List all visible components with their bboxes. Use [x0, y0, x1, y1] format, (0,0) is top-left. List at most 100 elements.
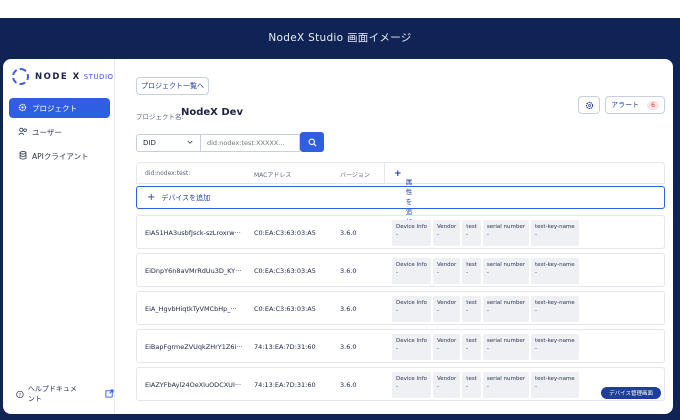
sidebar-item-api-clients[interactable]: APIクライアント [9, 146, 110, 166]
search-icon [308, 138, 317, 147]
attribute-value: - [436, 384, 439, 390]
attribute-chip[interactable]: test - [462, 334, 481, 360]
table-row[interactable]: EiA_HgvbHiqtkTyVMCbHp_··· C0:EA:C3:63:03:… [136, 291, 665, 325]
attribute-name: Device Info [396, 338, 427, 344]
attribute-list: Device Info - Vendor - test - serial number - te… [392, 372, 579, 398]
device-mac: 74:13:EA:7D:31:60 [254, 381, 316, 389]
attribute-chip[interactable]: serial number - [482, 258, 530, 284]
attribute-chip[interactable]: Device Info - [392, 258, 431, 284]
table-row[interactable]: EiBapFgrmeZVUqkZHrY1Z6i··· 74:13:EA:7D:31… [136, 329, 665, 363]
attribute-value: - [466, 384, 469, 390]
attribute-name: test [466, 376, 477, 382]
attribute-name: test-key-name [535, 376, 575, 382]
attribute-chip[interactable]: Device Info - [392, 372, 431, 398]
attribute-value: - [436, 270, 439, 276]
attribute-chip[interactable]: test - [462, 372, 481, 398]
attribute-value: - [436, 308, 439, 314]
attribute-chip[interactable]: test-key-name - [531, 296, 579, 322]
alert-button[interactable]: アラート 6 [605, 96, 665, 114]
attribute-name: Device Info [396, 376, 427, 382]
search-type-select[interactable]: DID [136, 134, 200, 152]
column-divider [384, 163, 385, 183]
attribute-value: - [466, 270, 469, 276]
device-list: EiA51HA3usbfJsck-szLroxrw··· C0:EA:C3:63:… [136, 215, 665, 405]
external-link-icon[interactable] [105, 388, 114, 400]
attribute-chip[interactable]: test-key-name - [531, 220, 579, 246]
attribute-chip[interactable]: Vendor - [432, 220, 461, 246]
sidebar-item-projects[interactable]: プロジェクト [9, 98, 110, 118]
settings-button[interactable] [578, 96, 600, 114]
attribute-chip[interactable]: Device Info - [392, 296, 431, 322]
plus-icon: + [147, 192, 156, 203]
device-mac: 74:13:EA:7D:31:60 [254, 343, 316, 351]
logo-icon [12, 68, 29, 85]
attribute-value: - [396, 346, 398, 352]
attribute-name: Vendor [436, 376, 457, 382]
attribute-chip[interactable]: test - [462, 296, 481, 322]
attribute-chip[interactable]: Vendor - [432, 334, 461, 360]
main-content: プロジェクト一覧へ プロジェクト名: NodeX Dev アラート 6 DID [116, 59, 673, 414]
attribute-name: Vendor [436, 338, 457, 344]
attribute-chip[interactable]: serial number - [482, 220, 530, 246]
device-mac: C0:EA:C3:63:03:A5 [254, 267, 316, 275]
attribute-chip[interactable]: Vendor - [432, 258, 461, 284]
table-row[interactable]: EiDnpY6n8aVMrRdUu3D_KY··· C0:EA:C3:63:03:… [136, 253, 665, 287]
attribute-chip[interactable]: test - [462, 258, 481, 284]
attribute-value: - [436, 232, 439, 238]
project-name: NodeX Dev [181, 107, 243, 118]
attribute-chip[interactable]: Vendor - [432, 372, 461, 398]
attribute-value: - [486, 232, 489, 238]
help-link[interactable]: ? ヘルプドキュメント [16, 384, 114, 404]
attribute-chip[interactable]: test-key-name - [531, 334, 579, 360]
attribute-name: test [466, 262, 477, 268]
attribute-name: serial number [486, 224, 526, 230]
logo-brand: NODE X [35, 71, 81, 82]
add-attribute-button[interactable]: + 属性を追加 [394, 169, 412, 226]
attribute-name: test-key-name [535, 262, 575, 268]
attribute-name: test-key-name [535, 224, 575, 230]
attribute-list: Device Info - Vendor - test - serial number - te… [392, 334, 579, 360]
attribute-value: - [535, 308, 538, 314]
attribute-value: - [436, 346, 439, 352]
attribute-chip[interactable]: serial number - [482, 296, 530, 322]
sidebar-item-users[interactable]: ユーザー [9, 122, 110, 142]
users-icon [17, 127, 28, 138]
attribute-value: - [396, 384, 398, 390]
plus-icon: + [394, 169, 402, 179]
attribute-value: - [535, 346, 538, 352]
table-row[interactable]: EiA51HA3usbfJsck-szLroxrw··· C0:EA:C3:63:… [136, 215, 665, 249]
attribute-list: Device Info - Vendor - test - serial number - te… [392, 258, 579, 284]
device-version: 3.6.0 [340, 381, 357, 389]
gear-icon [17, 103, 28, 114]
back-to-projects-button[interactable]: プロジェクト一覧へ [136, 77, 209, 95]
attribute-chip[interactable]: Vendor - [432, 296, 461, 322]
attribute-name: Device Info [396, 300, 427, 306]
table-row[interactable]: EiAZYFbAyl24OeXluODCXUI··· 74:13:EA:7D:31… [136, 367, 665, 401]
search-input[interactable] [200, 134, 300, 152]
attribute-value: - [466, 346, 469, 352]
attribute-value: - [535, 270, 538, 276]
alert-count-badge: 6 [647, 100, 659, 110]
device-did: EiAZYFbAyl24OeXluODCXUI··· [145, 381, 242, 389]
attribute-chip[interactable]: serial number - [482, 372, 530, 398]
attribute-name: Device Info [396, 224, 427, 230]
attribute-chip[interactable]: test-key-name - [531, 372, 579, 398]
sidebar-item-label: プロジェクト [32, 103, 77, 113]
attribute-name: test-key-name [535, 338, 575, 344]
search-button[interactable] [300, 132, 324, 152]
alert-label: アラート [611, 101, 640, 109]
column-did: did:nodex:test: [145, 170, 191, 177]
device-did: EiA51HA3usbfJsck-szLroxrw··· [145, 229, 241, 237]
attribute-chip[interactable]: test-key-name - [531, 258, 579, 284]
table-header: did:nodex:test: MACアドレス バージョン + 属性を追加 [136, 162, 665, 226]
attribute-chip[interactable]: test - [462, 220, 481, 246]
attribute-name: Vendor [436, 262, 457, 268]
column-version: バージョン [340, 172, 370, 179]
attribute-value: - [486, 384, 489, 390]
attribute-chip[interactable]: serial number - [482, 334, 530, 360]
attribute-chip[interactable]: Device Info - [392, 220, 431, 246]
attribute-name: serial number [486, 376, 526, 382]
attribute-chip[interactable]: Device Info - [392, 334, 431, 360]
logo[interactable]: NODE X STUDIO [12, 68, 114, 85]
add-device-button[interactable]: + デバイスを追加 [136, 186, 665, 209]
